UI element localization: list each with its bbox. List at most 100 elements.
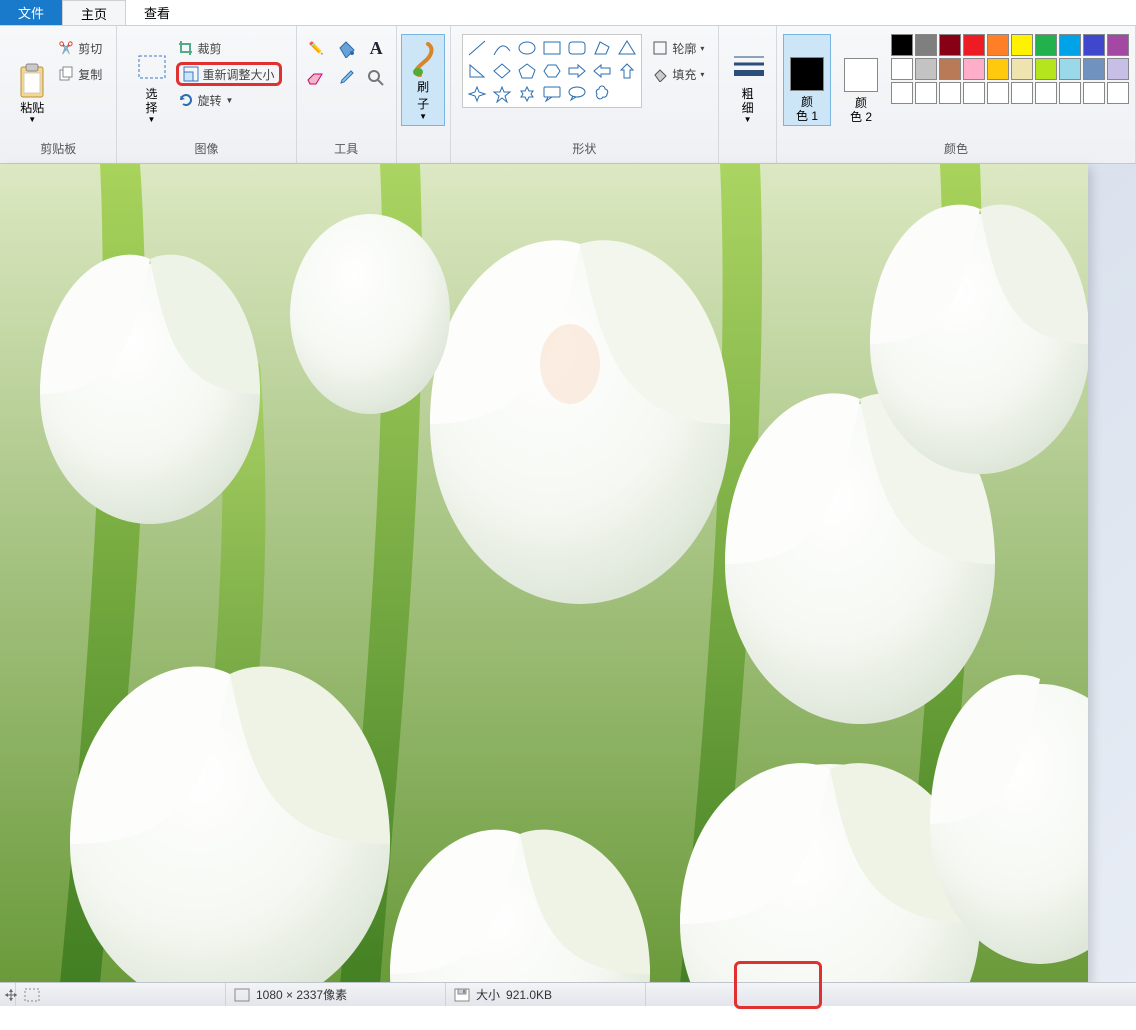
paste-button[interactable]: 粘贴 ▼ [12, 34, 52, 126]
resize-button[interactable]: 重新调整大小 [176, 62, 282, 86]
eraser-tool[interactable] [302, 64, 330, 92]
palette-color-20[interactable] [891, 82, 913, 104]
tab-home[interactable]: 主页 [62, 0, 126, 25]
group-label-image: 图像 [195, 138, 219, 159]
palette-color-23[interactable] [963, 82, 985, 104]
palette-color-14[interactable] [987, 58, 1009, 80]
dimensions-icon [234, 988, 250, 1002]
palette-color-27[interactable] [1059, 82, 1081, 104]
copy-button[interactable]: 复制 [56, 62, 104, 86]
palette-color-18[interactable] [1083, 58, 1105, 80]
shape-diamond[interactable] [490, 60, 514, 82]
brush-button[interactable]: 刷 子 ▼ [401, 34, 445, 126]
magnify-tool[interactable] [362, 64, 390, 92]
shape-heart[interactable] [615, 83, 639, 105]
palette-color-17[interactable] [1059, 58, 1081, 80]
tab-file[interactable]: 文件 [0, 0, 62, 25]
fill-button[interactable]: 填充 ▾ [650, 62, 706, 86]
palette-color-11[interactable] [915, 58, 937, 80]
shape-hexagon[interactable] [540, 60, 564, 82]
shape-line[interactable] [465, 37, 489, 59]
select-label: 选 择 [145, 87, 157, 115]
copy-icon [58, 66, 74, 82]
shapes-gallery[interactable] [462, 34, 642, 108]
palette-color-10[interactable] [891, 58, 913, 80]
palette-color-28[interactable] [1083, 82, 1105, 104]
shape-star4[interactable] [465, 83, 489, 105]
palette-color-13[interactable] [963, 58, 985, 80]
color2-button[interactable]: 颜 色 2 [837, 34, 885, 126]
palette-color-21[interactable] [915, 82, 937, 104]
palette-color-29[interactable] [1107, 82, 1129, 104]
color1-button[interactable]: 颜 色 1 [783, 34, 831, 126]
shape-oval[interactable] [515, 37, 539, 59]
palette-color-22[interactable] [939, 82, 961, 104]
palette-color-25[interactable] [1011, 82, 1033, 104]
outline-button[interactable]: 轮廓 ▾ [650, 36, 706, 60]
shape-callout-rect[interactable] [540, 83, 564, 105]
cut-button[interactable]: ✂️ 剪切 [56, 36, 104, 60]
palette-color-26[interactable] [1035, 82, 1057, 104]
palette-color-5[interactable] [1011, 34, 1033, 56]
stroke-icon [732, 49, 764, 85]
shape-star6[interactable] [515, 83, 539, 105]
workspace: 1080 × 2337像素 大小 921.0KB [0, 164, 1136, 1006]
fill-tool[interactable] [332, 34, 360, 62]
shape-callout-cloud[interactable] [590, 83, 614, 105]
group-label-clipboard: 剪贴板 [40, 138, 76, 159]
shape-polygon[interactable] [590, 37, 614, 59]
pencil-tool[interactable]: ✏️ [302, 34, 330, 62]
clipboard-icon [16, 63, 48, 99]
status-cursor [0, 983, 16, 1006]
palette-color-7[interactable] [1059, 34, 1081, 56]
shape-rect[interactable] [540, 37, 564, 59]
dropdown-icon: ▼ [419, 112, 427, 121]
status-bar: 1080 × 2337像素 大小 921.0KB [0, 982, 1136, 1006]
dropdown-icon: ▾ [700, 44, 704, 53]
dropdown-icon: ▼ [744, 115, 752, 124]
shape-star5[interactable] [490, 83, 514, 105]
shape-triangle[interactable] [615, 37, 639, 59]
select-button[interactable]: 选 择 ▼ [132, 34, 172, 126]
palette-color-15[interactable] [1011, 58, 1033, 80]
dropdown-icon: ▼ [28, 115, 36, 124]
palette-color-2[interactable] [939, 34, 961, 56]
palette-color-6[interactable] [1035, 34, 1057, 56]
palette-color-0[interactable] [891, 34, 913, 56]
eraser-icon [306, 70, 326, 86]
tab-view[interactable]: 查看 [126, 0, 188, 25]
pencil-icon: ✏️ [309, 41, 324, 55]
shape-pentagon[interactable] [515, 60, 539, 82]
palette-color-1[interactable] [915, 34, 937, 56]
text-tool[interactable]: A [362, 34, 390, 62]
group-label-colors: 颜色 [944, 138, 968, 159]
color1-label: 颜 色 1 [796, 95, 818, 123]
shape-arrow-r[interactable] [565, 60, 589, 82]
bucket-icon [336, 38, 356, 58]
eyedropper-icon [337, 69, 355, 87]
palette-color-19[interactable] [1107, 58, 1129, 80]
palette-color-24[interactable] [987, 82, 1009, 104]
resize-icon [183, 66, 199, 82]
shape-rtriangle[interactable] [465, 60, 489, 82]
palette-color-9[interactable] [1107, 34, 1129, 56]
picker-tool[interactable] [332, 64, 360, 92]
shape-arrow-u[interactable] [615, 60, 639, 82]
scissors-icon: ✂️ [58, 40, 74, 56]
palette-color-16[interactable] [1035, 58, 1057, 80]
rotate-button[interactable]: 旋转 ▼ [176, 88, 282, 112]
crop-button[interactable]: 裁剪 [176, 36, 282, 60]
palette-color-8[interactable] [1083, 34, 1105, 56]
palette-color-12[interactable] [939, 58, 961, 80]
shape-arrow-l[interactable] [590, 60, 614, 82]
paste-label: 粘贴 [20, 101, 44, 115]
shape-curve[interactable] [490, 37, 514, 59]
canvas[interactable] [0, 164, 1088, 984]
palette-color-3[interactable] [963, 34, 985, 56]
palette-color-4[interactable] [987, 34, 1009, 56]
stroke-button[interactable]: 粗 细 ▼ [728, 34, 768, 126]
group-stroke: 粗 细 ▼ [719, 26, 777, 163]
shape-roundrect[interactable] [565, 37, 589, 59]
outline-label: 轮廓 [672, 40, 696, 57]
shape-callout-round[interactable] [565, 83, 589, 105]
